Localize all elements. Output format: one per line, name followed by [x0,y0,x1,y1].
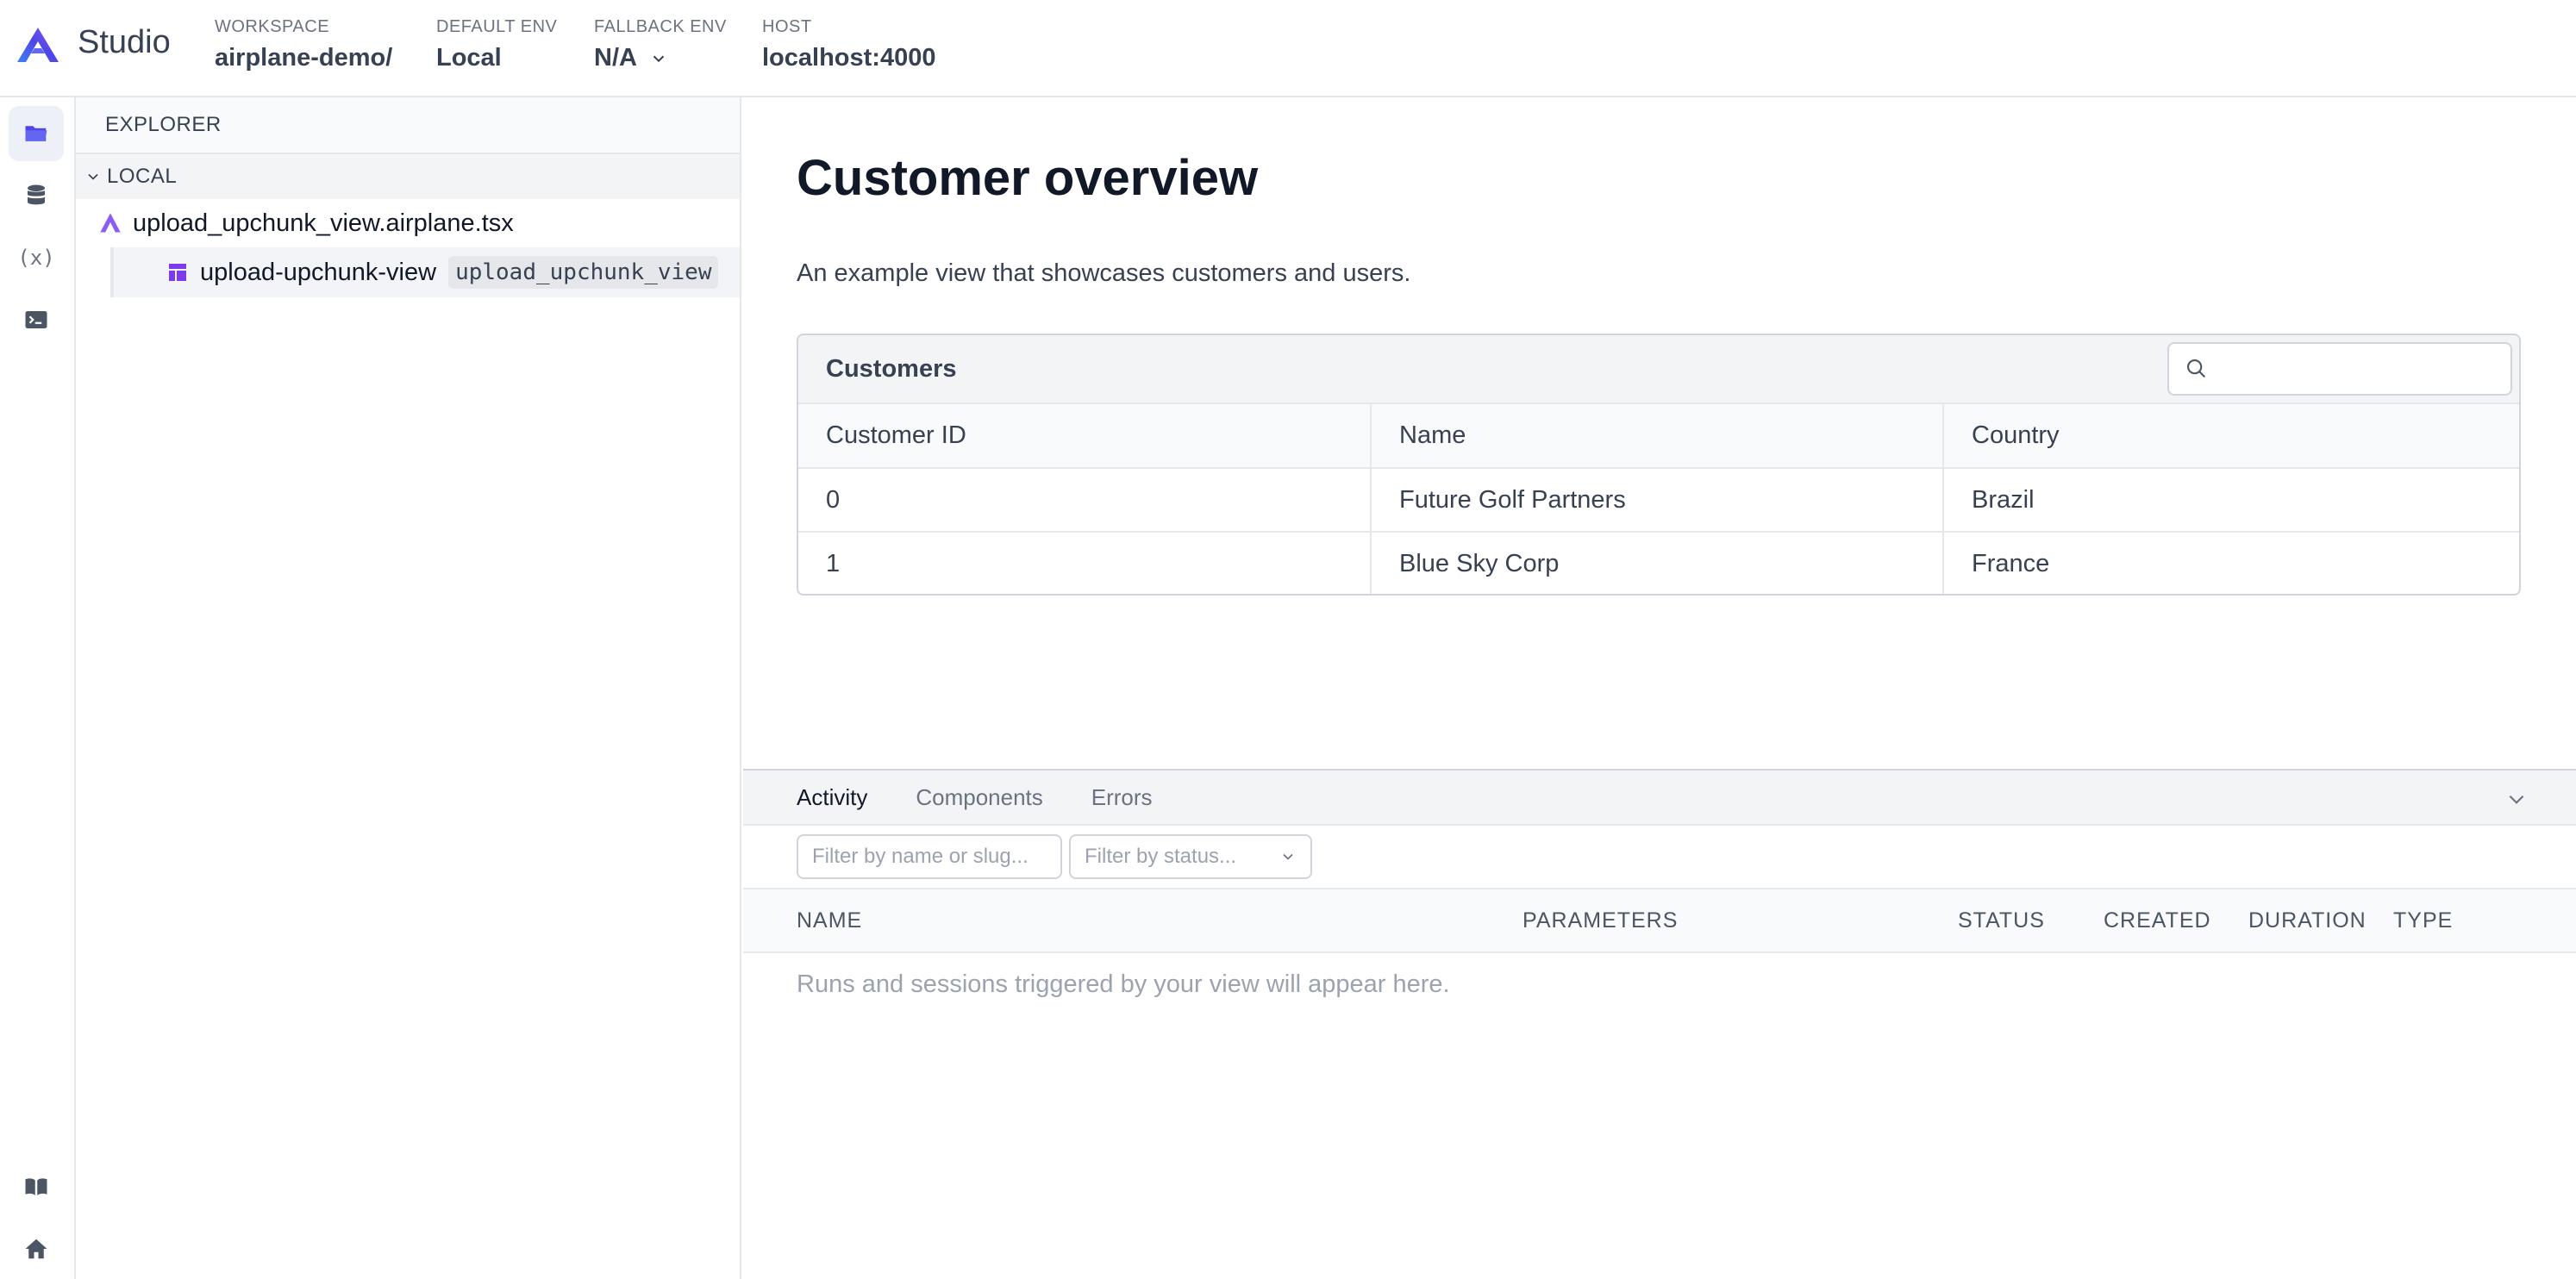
tab-components[interactable]: Components [916,784,1042,811]
table-cell: France [1972,550,2050,577]
table-search-input[interactable] [2217,355,2502,383]
chevron-down-icon [1283,853,1293,860]
default-env-label: DEFAULT ENV [436,17,558,36]
filter-name-placeholder: Filter by name or slug... [812,845,1029,868]
column-header-name[interactable]: Name [1371,404,1944,469]
book-icon [25,1178,47,1195]
tab-activity[interactable]: Activity [797,784,867,811]
explorer-section-label: LOCAL [107,165,178,188]
filter-name-input[interactable]: Filter by name or slug... [797,834,1062,879]
panel-tab-bar: Activity Components Errors [743,771,2576,826]
database-icon [28,184,45,205]
chevron-down-icon [88,173,98,180]
top-header: Studio WORKSPACE airplane-demo/ DEFAULT … [0,0,2576,97]
explorer-view-slug: upload_upchunk_view [448,256,719,289]
table-cell: 0 [798,468,1372,533]
table-cell: Blue Sky Corp [1371,532,1944,594]
column-header-type: TYPE [2393,908,2454,933]
table-search-box[interactable] [2167,342,2512,396]
workspace-field[interactable]: WORKSPACE airplane-demo/ [215,17,392,72]
search-icon [2187,359,2206,378]
airplane-file-icon [100,213,121,233]
view-icon [169,264,186,281]
column-header-customer-id[interactable]: Customer ID [798,404,1372,469]
rail-explorer-button[interactable] [9,106,64,161]
customers-table: Customer ID Name Country 0 Future Golf P… [798,404,2519,594]
rail-resources-button[interactable] [9,168,64,223]
host-value: localhost:4000 [762,44,936,72]
rail-terminal-button[interactable] [9,292,64,347]
rail-docs-button[interactable] [9,1159,64,1214]
table-title: Customers [826,354,957,383]
column-header-created: CREATED [2104,908,2211,933]
fallback-env-value: N/A [594,44,637,72]
host-label: HOST [762,17,812,36]
explorer-panel: EXPLORER LOCAL upload_upchunk_view.airpl… [76,97,741,1279]
folder-icon [25,126,47,141]
table-cell: Brazil [1943,468,2519,533]
table-cell: 1 [798,532,1372,594]
chevron-down-icon [653,55,665,62]
workspace-label: WORKSPACE [215,17,330,36]
default-env-value: Local [436,44,502,72]
host-field: HOST localhost:4000 [762,17,935,72]
table-row[interactable]: 1 Blue Sky Corp France [798,532,2519,594]
workspace-value: airplane-demo/ [215,44,393,72]
column-header-status: STATUS [1958,908,2045,933]
table-row[interactable]: 0 Future Golf Partners Brazil [798,468,2519,533]
chevron-down-icon[interactable] [2505,788,2528,810]
home-icon [25,1238,47,1259]
page-title: Customer overview [797,150,1259,206]
explorer-view-item[interactable]: upload-upchunk-view upload_upchunk_view [110,247,740,297]
fallback-env-dropdown[interactable]: FALLBACK ENV N/A [594,17,727,72]
runs-empty-message: Runs and sessions triggered by your view… [797,970,1450,998]
terminal-icon [25,311,47,328]
explorer-title: EXPLORER [76,97,740,154]
variables-icon: (x) [17,246,55,270]
airplane-logo-icon[interactable] [16,26,60,64]
fallback-env-label: FALLBACK ENV [594,17,727,36]
explorer-view-name: upload-upchunk-view [200,258,437,286]
customers-table-card: Customers Customer ID Name Country 0 Fut… [797,334,2521,596]
activity-panel: Activity Components Errors Filter by nam… [743,769,2576,1279]
app-name: Studio [78,24,171,60]
filter-row: Filter by name or slug... Filter by stat… [743,826,2576,889]
view-canvas: Customer overview An example view that s… [743,97,2576,770]
rail-home-button[interactable] [9,1221,64,1276]
explorer-section-local[interactable]: LOCAL [76,154,740,199]
icon-rail: (x) [0,97,76,1279]
column-header-country[interactable]: Country [1943,404,2519,469]
table-cell: Future Golf Partners [1371,468,1944,533]
filter-status-placeholder: Filter by status... [1085,845,1237,868]
column-header-parameters: PARAMETERS [1522,908,1679,933]
explorer-file-item[interactable]: upload_upchunk_view.airplane.tsx [76,199,740,247]
table-header-row: Customer ID Name Country [798,404,2519,469]
default-env-field[interactable]: DEFAULT ENV Local [436,17,557,72]
explorer-file-name: upload_upchunk_view.airplane.tsx [133,209,514,237]
page-description: An example view that showcases customers… [797,259,1411,287]
rail-variables-button[interactable]: (x) [9,230,64,285]
filter-status-select[interactable]: Filter by status... [1069,834,1312,879]
column-header-duration: DURATION [2248,908,2367,933]
column-header-name: NAME [797,908,863,933]
tab-errors[interactable]: Errors [1091,784,1153,811]
runs-table-header: NAME PARAMETERS STATUS CREATED DURATION … [743,889,2576,953]
